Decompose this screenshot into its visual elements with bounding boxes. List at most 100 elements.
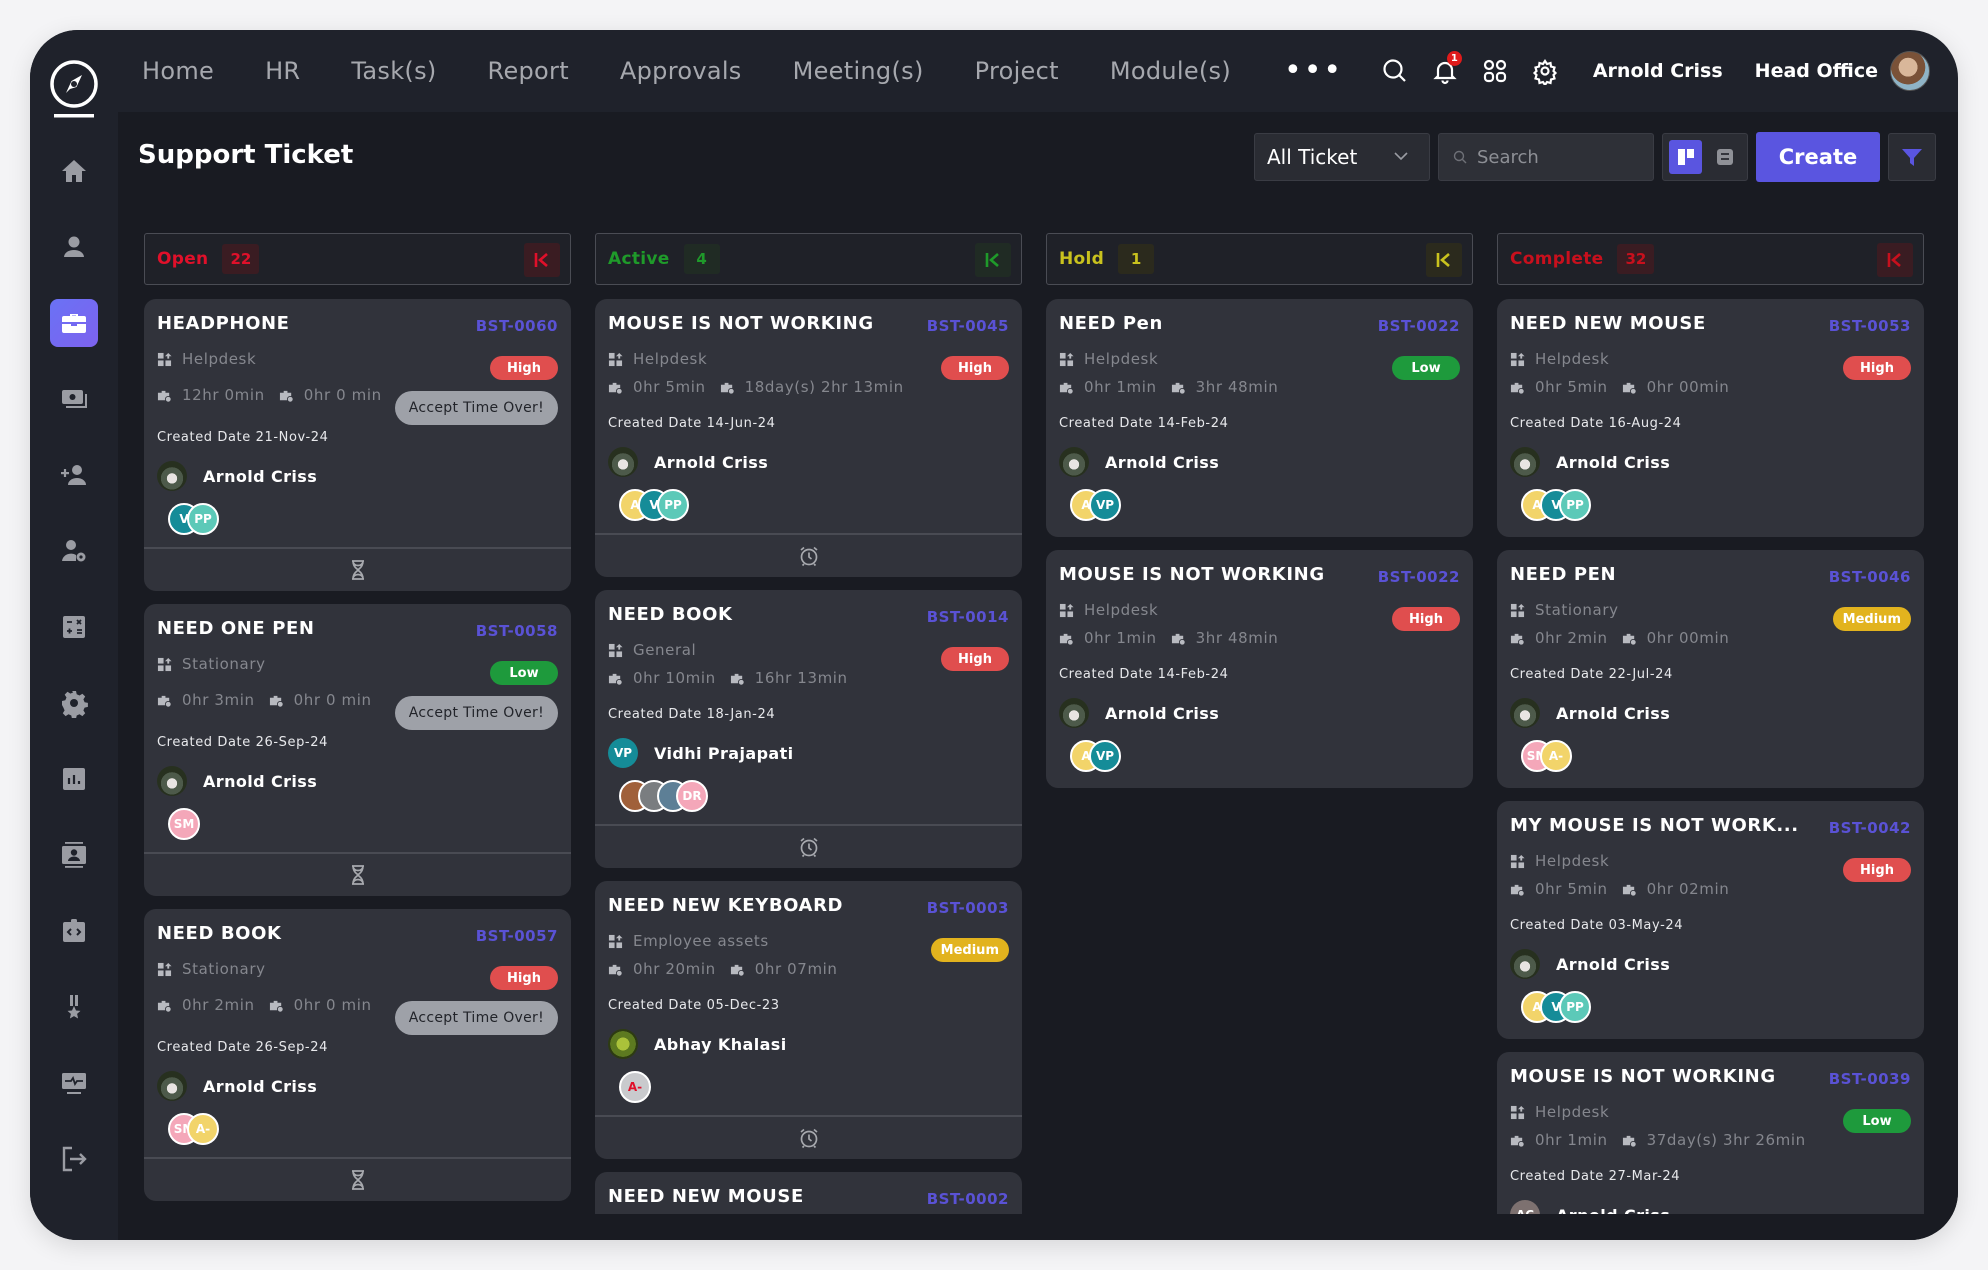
more-menu-icon[interactable]: •••: [1284, 56, 1343, 86]
collapse-column-button[interactable]: [1877, 243, 1913, 277]
sidebar-item-chart[interactable]: [50, 755, 98, 803]
ticket-card[interactable]: MOUSE IS NOT WORKING BST-0022 Helpdesk High…: [1046, 550, 1473, 788]
sidebar-item-settings[interactable]: [50, 679, 98, 727]
office-name[interactable]: Head Office: [1755, 60, 1878, 82]
collapse-column-button[interactable]: [975, 243, 1011, 277]
ticket-id[interactable]: BST-0002: [927, 1190, 1009, 1208]
ticket-card[interactable]: NEED BOOK BST-0057 Stationary High 0hr 2min 0…: [144, 909, 571, 1201]
owner-name[interactable]: Abhay Khalasi: [654, 1035, 787, 1054]
ticket-id[interactable]: BST-0042: [1829, 819, 1911, 837]
ticket-id[interactable]: BST-0053: [1829, 317, 1911, 335]
team-member-avatar[interactable]: VP: [1089, 489, 1121, 521]
ticket-id[interactable]: BST-0046: [1829, 568, 1911, 586]
ticket-id[interactable]: BST-0039: [1829, 1070, 1911, 1088]
ticket-card[interactable]: NEED NEW MOUSE BST-0002: [595, 1172, 1022, 1214]
list-view-button[interactable]: [1708, 140, 1741, 174]
sidebar-item-briefcase[interactable]: [50, 299, 98, 347]
ticket-filter-select[interactable]: All Ticket: [1254, 133, 1430, 181]
ticket-card[interactable]: NEED ONE PEN BST-0058 Stationary Low 0hr 3mi…: [144, 604, 571, 896]
compass-logo-icon[interactable]: [48, 58, 100, 120]
sidebar-item-code-clipboard[interactable]: [50, 907, 98, 955]
ticket-card[interactable]: MOUSE IS NOT WORKING BST-0045 Helpdesk High…: [595, 299, 1022, 577]
card-footer-action[interactable]: [144, 852, 571, 896]
accept-time-over-button[interactable]: Accept Time Over!: [394, 391, 558, 425]
ticket-id[interactable]: BST-0022: [1378, 317, 1460, 335]
team-member-avatar[interactable]: DR: [676, 780, 708, 812]
ticket-id[interactable]: BST-0045: [927, 317, 1009, 335]
ticket-card[interactable]: MOUSE IS NOT WORKING BST-0039 Helpdesk Low 0…: [1497, 1052, 1924, 1214]
sidebar-item-logout[interactable]: [50, 1135, 98, 1183]
create-button[interactable]: Create: [1756, 132, 1880, 182]
card-footer-action[interactable]: [144, 547, 571, 591]
collapse-column-button[interactable]: [1426, 243, 1462, 277]
team-member-avatar[interactable]: A-: [187, 1113, 219, 1145]
nav-meetings[interactable]: Meeting(s): [793, 57, 924, 85]
ticket-card[interactable]: MY MOUSE IS NOT WORK... BST-0042 Helpdesk H…: [1497, 801, 1924, 1039]
owner-name[interactable]: Arnold Criss: [1105, 453, 1219, 472]
team-member-avatar[interactable]: PP: [1559, 489, 1591, 521]
owner-name[interactable]: Arnold Criss: [203, 467, 317, 486]
search-icon[interactable]: [1381, 57, 1409, 85]
sidebar-item-payroll[interactable]: [50, 375, 98, 423]
team-member-avatar[interactable]: PP: [1559, 991, 1591, 1023]
owner-name[interactable]: Arnold Criss: [1556, 453, 1670, 472]
owner-name[interactable]: Arnold Criss: [1556, 1206, 1670, 1215]
ticket-card[interactable]: NEED NEW MOUSE BST-0053 Helpdesk High 0hr 5m…: [1497, 299, 1924, 537]
card-footer-action[interactable]: [595, 824, 1022, 868]
team-member-avatar[interactable]: PP: [187, 503, 219, 535]
ticket-card[interactable]: NEED PEN BST-0046 Stationary Medium 0hr 2min…: [1497, 550, 1924, 788]
nav-tasks[interactable]: Task(s): [351, 57, 436, 85]
ticket-card[interactable]: NEED NEW KEYBOARD BST-0003 Employee assets…: [595, 881, 1022, 1159]
owner-name[interactable]: Arnold Criss: [1556, 955, 1670, 974]
team-member-avatar[interactable]: SM: [168, 808, 200, 840]
team-member-avatar[interactable]: A-: [619, 1071, 651, 1103]
sidebar-item-contact-card[interactable]: [50, 831, 98, 879]
card-footer-action[interactable]: [144, 1157, 571, 1201]
owner-name[interactable]: Vidhi Prajapati: [654, 744, 794, 763]
nav-project[interactable]: Project: [975, 57, 1059, 85]
accept-time-over-button[interactable]: Accept Time Over!: [394, 696, 558, 730]
collapse-column-button[interactable]: [524, 243, 560, 277]
ticket-id[interactable]: BST-0057: [476, 927, 558, 945]
team-member-avatar[interactable]: VP: [1089, 740, 1121, 772]
accept-time-over-button[interactable]: Accept Time Over!: [394, 1001, 558, 1035]
settings-gear-icon[interactable]: [1531, 57, 1559, 87]
owner-name[interactable]: Arnold Criss: [1556, 704, 1670, 723]
team-member-avatar[interactable]: PP: [657, 489, 689, 521]
nav-report[interactable]: Report: [488, 57, 569, 85]
ticket-id[interactable]: BST-0060: [476, 317, 558, 335]
sidebar-item-user[interactable]: [50, 223, 98, 271]
nav-approvals[interactable]: Approvals: [620, 57, 742, 85]
owner-name[interactable]: Arnold Criss: [203, 772, 317, 791]
card-footer-action[interactable]: [595, 1115, 1022, 1159]
nav-modules[interactable]: Module(s): [1110, 57, 1231, 85]
ticket-card[interactable]: HEADPHONE BST-0060 Helpdesk High 12hr 0min 0h…: [144, 299, 571, 591]
apps-grid-icon[interactable]: [1481, 57, 1509, 85]
team-member-avatar[interactable]: A-: [1540, 740, 1572, 772]
notification-bell-icon[interactable]: 1: [1431, 51, 1462, 85]
ticket-id[interactable]: BST-0003: [927, 899, 1009, 917]
sidebar-item-calculator[interactable]: [50, 603, 98, 651]
ticket-id[interactable]: BST-0022: [1378, 568, 1460, 586]
owner-name[interactable]: Arnold Criss: [1105, 704, 1219, 723]
nav-hr[interactable]: HR: [265, 57, 300, 85]
search-box[interactable]: [1438, 133, 1654, 181]
user-name[interactable]: Arnold Criss: [1593, 60, 1723, 82]
ticket-card[interactable]: NEED Pen BST-0022 Helpdesk Low 0hr 1min 3hr 4…: [1046, 299, 1473, 537]
ticket-id[interactable]: BST-0058: [476, 622, 558, 640]
nav-home[interactable]: Home: [142, 57, 214, 85]
user-avatar[interactable]: [1890, 51, 1930, 91]
sidebar-item-user-settings[interactable]: [50, 527, 98, 575]
sidebar-item-add-user[interactable]: [50, 451, 98, 499]
card-footer-action[interactable]: [595, 533, 1022, 577]
kanban-view-button[interactable]: [1669, 140, 1702, 174]
ticket-id[interactable]: BST-0014: [927, 608, 1009, 626]
sidebar-item-monitor-activity[interactable]: [50, 1059, 98, 1107]
ticket-card[interactable]: NEED BOOK BST-0014 General High 0hr 10min 16h…: [595, 590, 1022, 868]
filter-button[interactable]: [1888, 133, 1936, 181]
sidebar-item-home[interactable]: [50, 147, 98, 195]
owner-name[interactable]: Arnold Criss: [654, 453, 768, 472]
owner-name[interactable]: Arnold Criss: [203, 1077, 317, 1096]
search-input[interactable]: [1477, 146, 1637, 168]
sidebar-item-medal[interactable]: [50, 983, 98, 1031]
